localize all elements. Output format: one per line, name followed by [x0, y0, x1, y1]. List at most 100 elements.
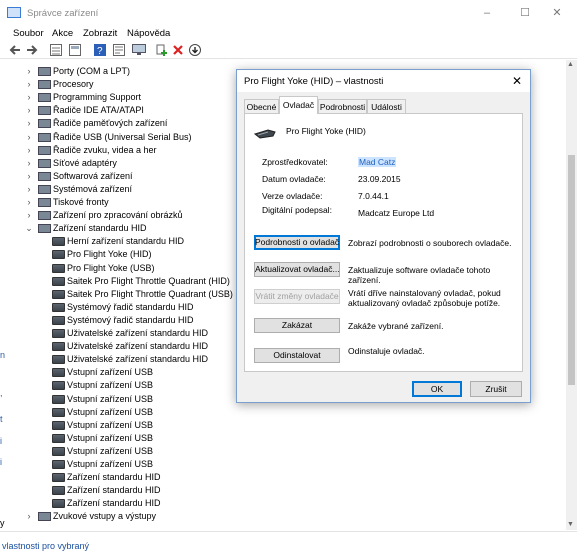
- back-arrow-icon[interactable]: [9, 45, 21, 55]
- hid-device-icon: [52, 486, 65, 496]
- tab-obecne[interactable]: Obecné: [244, 99, 279, 113]
- tree-item-label: Saitek Pro Flight Throttle Quadrant (USB…: [67, 288, 233, 299]
- hid-device-icon: [52, 263, 65, 273]
- device-category-icon: [38, 198, 51, 207]
- tree-item-label: Zařízení standardu HID: [67, 472, 161, 483]
- chevron-right-icon[interactable]: ›: [25, 78, 33, 91]
- tab-udalosti[interactable]: Události: [367, 99, 406, 113]
- properties-grid-icon[interactable]: [50, 44, 62, 56]
- close-window-button[interactable]: ✕: [542, 4, 572, 22]
- update-driver-button[interactable]: Aktualizovat ovladač...: [254, 262, 340, 277]
- tree-item-label: Saitek Pro Flight Throttle Quadrant (HID…: [67, 275, 230, 286]
- menu-akce[interactable]: Akce: [52, 28, 73, 39]
- hid-device-icon: [52, 394, 65, 404]
- device-category-icon: [38, 145, 51, 155]
- tree-device-row[interactable]: Vstupní zařízení USB: [0, 419, 560, 432]
- chevron-right-icon[interactable]: ›: [25, 157, 33, 170]
- monitor-icon[interactable]: [132, 44, 146, 56]
- tab-ovladac[interactable]: Ovladač: [279, 96, 318, 114]
- chevron-right-icon[interactable]: ›: [25, 104, 33, 117]
- driver-date-value: 23.09.2015: [358, 174, 401, 184]
- tree-item-label: Zařízení standardu HID: [67, 498, 161, 509]
- device-category-icon: [38, 224, 51, 234]
- tree-device-row[interactable]: Zařízení standardu HID: [0, 484, 560, 497]
- tree-device-row[interactable]: Vstupní zařízení USB: [0, 458, 560, 471]
- hid-device-icon: [52, 368, 65, 378]
- scroll-up-arrow-icon[interactable]: ▲: [567, 61, 574, 68]
- list-view-icon[interactable]: [69, 44, 81, 56]
- toolbar: [0, 42, 577, 59]
- tree-category-row[interactable]: › Zvukové vstupy a výstupy: [0, 510, 560, 523]
- tree-item-label: Procesory: [53, 79, 94, 90]
- scrollbar-thumb[interactable]: [568, 155, 575, 385]
- tree-item-label: Řadiče IDE ATA/ATAPI: [53, 105, 144, 116]
- chevron-right-icon[interactable]: ›: [25, 117, 33, 130]
- tree-item-label: Vstupní zařízení USB: [67, 459, 154, 469]
- tree-item-label: Řadiče USB (Universal Serial Bus): [53, 131, 192, 142]
- chevron-right-icon[interactable]: ›: [25, 510, 33, 523]
- hid-device-icon: [52, 342, 65, 352]
- dialog-title: Pro Flight Yoke (HID) – vlastnosti: [244, 76, 384, 87]
- tree-item-label: Uživatelské zařízení standardu HID: [67, 328, 209, 338]
- device-manager-app-icon: [7, 7, 21, 18]
- menu-zobrazit[interactable]: Zobrazit: [83, 28, 117, 39]
- disable-device-button[interactable]: Zakázat: [254, 318, 340, 333]
- download-icon[interactable]: [189, 44, 201, 56]
- chevron-right-icon[interactable]: ›: [25, 144, 33, 157]
- tree-item-label: Herní zařízení standardu HID: [67, 236, 185, 247]
- vendor-value[interactable]: Mad Catz: [358, 157, 397, 167]
- tree-device-row[interactable]: Vstupní zařízení USB: [0, 432, 560, 445]
- tree-item-label: Vstupní zařízení USB: [67, 393, 154, 404]
- menu-napoveda[interactable]: Nápověda: [127, 28, 170, 39]
- device-category-icon: [38, 158, 51, 168]
- chevron-right-icon[interactable]: ›: [25, 131, 33, 144]
- menu-soubor[interactable]: Soubor: [13, 28, 44, 39]
- details-icon[interactable]: [113, 44, 125, 56]
- tree-device-row[interactable]: Vstupní zařízení USB: [0, 406, 560, 419]
- scroll-down-arrow-icon[interactable]: ▼: [567, 521, 574, 528]
- rollback-driver-button[interactable]: Vrátit změny ovladače: [254, 289, 340, 304]
- device-name: Pro Flight Yoke (HID): [286, 126, 366, 136]
- tree-device-row[interactable]: Zařízení standardu HID: [0, 497, 560, 510]
- uninstall-x-icon[interactable]: [173, 45, 183, 55]
- driver-version-label: Verze ovladače:: [262, 191, 323, 201]
- chevron-right-icon[interactable]: ›: [25, 183, 33, 196]
- chevron-right-icon[interactable]: ›: [25, 65, 33, 78]
- hid-device-icon: [52, 289, 65, 299]
- tree-item-label: Zařízení pro zpracování obrázků: [53, 210, 183, 221]
- left-edge-fragment: n , t i i y: [0, 350, 6, 528]
- forward-arrow-icon[interactable]: [26, 45, 38, 55]
- digital-signer-value: Madcatz Europe Ltd: [358, 208, 435, 218]
- tree-item-label: Zvukové vstupy a výstupy: [53, 511, 157, 522]
- uninstall-driver-button[interactable]: Odinstalovat: [254, 348, 340, 363]
- hid-device-icon: [52, 276, 65, 286]
- driver-details-button[interactable]: Podrobnosti o ovladači: [254, 235, 340, 250]
- tree-item-label: Systémový řadič standardu HID: [67, 314, 194, 325]
- device-category-icon: [38, 171, 51, 181]
- svg-text:?: ?: [97, 46, 103, 56]
- maximize-button[interactable]: ☐: [510, 4, 540, 22]
- device-category-icon: [38, 93, 51, 103]
- tree-item-label: Vstupní zařízení USB: [67, 380, 154, 391]
- ok-button[interactable]: OK: [412, 381, 462, 397]
- cancel-button[interactable]: Zrušit: [470, 381, 522, 397]
- help-icon[interactable]: ?: [94, 44, 106, 56]
- tree-device-row[interactable]: Vstupní zařízení USB: [0, 445, 560, 458]
- tree-item-label: Vstupní zařízení USB: [67, 419, 154, 430]
- tab-podrobnosti[interactable]: Podrobnosti: [318, 99, 367, 113]
- chevron-right-icon[interactable]: ›: [25, 209, 33, 222]
- hid-device-icon: [52, 329, 65, 338]
- tree-device-row[interactable]: Zařízení standardu HID: [0, 471, 560, 484]
- dialog-close-button[interactable]: ✕: [508, 73, 526, 89]
- hid-device-icon: [52, 407, 65, 417]
- minimize-button[interactable]: –: [472, 4, 502, 22]
- chevron-right-icon[interactable]: ›: [25, 170, 33, 183]
- chevron-down-icon[interactable]: ⌄: [25, 222, 33, 235]
- tree-item-label: Zařízení standardu HID: [53, 223, 147, 234]
- digital-signer-label: Digitální podepsal:: [262, 205, 332, 215]
- chevron-right-icon[interactable]: ›: [25, 91, 33, 104]
- add-driver-icon[interactable]: [156, 44, 168, 56]
- tree-item-label: Porty (COM a LPT): [53, 66, 131, 76]
- chevron-right-icon[interactable]: ›: [25, 196, 33, 209]
- tree-item-label: Řadiče paměťových zařízení: [53, 118, 168, 129]
